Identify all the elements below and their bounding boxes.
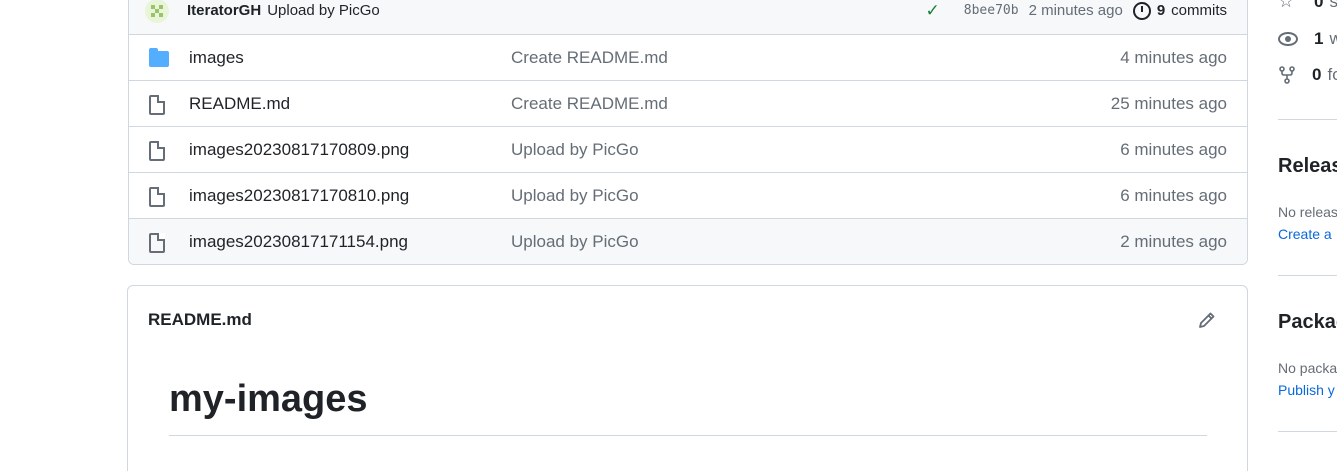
file-list: IteratorGH Upload by PicGo ✓ 8bee70b 2 m… (128, 0, 1248, 265)
file-icon (149, 141, 165, 161)
stars-stat[interactable]: ☆ 0 s (1278, 0, 1337, 12)
stars-count: 0 (1314, 0, 1324, 11)
file-icon (149, 233, 165, 253)
file-commit-message[interactable]: Upload by PicGo (511, 186, 639, 206)
file-row[interactable]: README.md Create README.md 25 minutes ag… (129, 81, 1247, 127)
file-row[interactable]: images20230817170810.png Upload by PicGo… (129, 173, 1247, 219)
divider (1278, 431, 1337, 432)
watchers-stat[interactable]: 1 w (1278, 29, 1337, 49)
author-avatar[interactable] (145, 0, 169, 23)
file-commit-time: 4 minutes ago (1120, 47, 1227, 67)
releases-title[interactable]: Releas (1278, 155, 1337, 178)
readme-panel: README.md my-images (127, 285, 1248, 471)
readme-content: my-images (128, 354, 1247, 436)
create-release-link[interactable]: Create a (1278, 226, 1332, 242)
file-row[interactable]: images Create README.md 4 minutes ago (129, 35, 1247, 81)
star-icon: ☆ (1278, 0, 1295, 11)
forks-label: fo (1327, 65, 1337, 84)
divider (1278, 119, 1337, 120)
file-name[interactable]: images20230817170810.png (189, 186, 409, 206)
divider (1278, 275, 1337, 276)
eye-icon (1278, 32, 1298, 46)
file-commit-time: 6 minutes ago (1120, 139, 1227, 159)
fork-icon (1279, 66, 1295, 84)
commit-sha[interactable]: 8bee70b (964, 3, 1019, 18)
readme-filename[interactable]: README.md (148, 310, 252, 330)
history-icon (1132, 1, 1151, 20)
check-icon[interactable]: ✓ (926, 1, 940, 21)
file-commit-message[interactable]: Create README.md (511, 94, 668, 114)
commit-author[interactable]: IteratorGH (187, 2, 261, 19)
commit-time: 2 minutes ago (1028, 2, 1123, 19)
packages-empty-text: No packa (1278, 360, 1337, 376)
file-name[interactable]: images20230817171154.png (189, 232, 408, 252)
commit-message[interactable]: Upload by PicGo (267, 2, 380, 19)
readme-heading: my-images (169, 354, 1207, 436)
publish-package-link[interactable]: Publish y (1278, 382, 1335, 398)
stars-label: s (1329, 0, 1337, 11)
packages-title[interactable]: Packag (1278, 311, 1337, 334)
file-name[interactable]: images (189, 48, 244, 68)
file-icon (149, 187, 165, 207)
commits-link[interactable]: 9 commits (1132, 1, 1227, 20)
file-row[interactable]: images20230817170809.png Upload by PicGo… (129, 127, 1247, 173)
commits-count: 9 (1156, 2, 1166, 19)
file-commit-time: 2 minutes ago (1120, 232, 1227, 251)
readme-header: README.md (128, 286, 1247, 354)
watchers-count: 1 (1314, 29, 1324, 48)
pencil-icon[interactable] (1197, 310, 1217, 330)
commits-label: commits (1171, 2, 1227, 19)
forks-count: 0 (1312, 65, 1322, 84)
forks-stat[interactable]: 0 fo (1278, 65, 1337, 85)
file-commit-message[interactable]: Create README.md (511, 48, 668, 68)
releases-empty-text: No releas (1278, 204, 1337, 220)
file-commit-time: 6 minutes ago (1120, 185, 1227, 205)
file-commit-message[interactable]: Upload by PicGo (511, 232, 639, 252)
file-icon (149, 95, 165, 115)
file-name[interactable]: README.md (189, 94, 290, 114)
folder-icon (149, 48, 169, 67)
latest-commit-bar: IteratorGH Upload by PicGo ✓ 8bee70b 2 m… (129, 0, 1247, 35)
file-commit-time: 25 minutes ago (1110, 93, 1227, 113)
file-name[interactable]: images20230817170809.png (189, 140, 409, 160)
file-row[interactable]: images20230817171154.png Upload by PicGo… (129, 219, 1247, 264)
file-commit-message[interactable]: Upload by PicGo (511, 140, 639, 160)
watchers-label: w (1329, 29, 1337, 48)
